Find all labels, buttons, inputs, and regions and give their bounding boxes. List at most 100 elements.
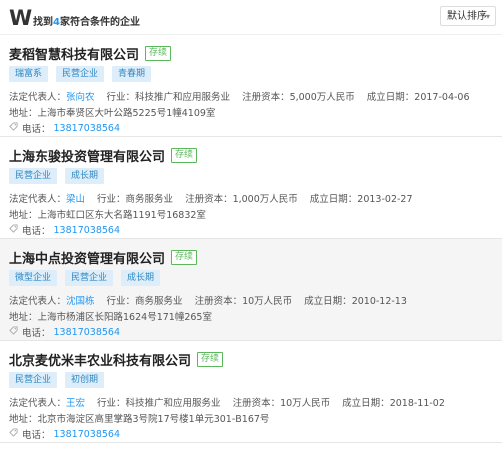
company-phone: 电话： 13817038564 — [9, 223, 120, 237]
company-tag[interactable]: 青春期 — [112, 66, 152, 82]
sort-label: 默认排序 — [447, 11, 487, 22]
company-address: 地址：北京市海淀区高里掌路3号院17号楼1单元301-B167号 — [9, 411, 269, 425]
phone-label: 电话： — [22, 430, 51, 441]
company-list: 麦稻智慧科技有限公司 存续 瑞富系 民营企业 青春期 法定代表人：张向农 行业：科技推… — [0, 35, 502, 443]
company-phone: 电话： 13817038564 — [9, 427, 120, 441]
phone-number[interactable]: 13817038564 — [54, 123, 121, 134]
company-card[interactable]: 麦稻智慧科技有限公司 存续 瑞富系 民营企业 青春期 法定代表人：张向农 行业：科技推… — [0, 35, 502, 137]
industry: 科技推广和应用服务业 — [125, 398, 221, 409]
status-badge: 存续 — [197, 352, 224, 367]
address-label: 地址： — [9, 414, 38, 425]
result-count: 4 — [53, 17, 60, 28]
phone-label: 电话： — [22, 226, 51, 237]
phone-label: 电话： — [22, 328, 51, 339]
rep-label: 法定代表人： — [9, 296, 67, 307]
industry-label: 行业： — [106, 296, 136, 307]
established-date: 2017-04-06 — [414, 92, 470, 103]
registered-capital: 10万人民币 — [242, 296, 293, 307]
tag-list: 微型企业 民营企业 成长期 — [9, 270, 168, 286]
company-tag[interactable]: 初创期 — [65, 372, 105, 388]
company-tag[interactable]: 成长期 — [65, 168, 105, 184]
name-row: 上海东骏投资管理有限公司 存续 — [9, 146, 198, 165]
result-count-text: 找到4家符合条件的企业 — [33, 13, 140, 28]
company-tag[interactable]: 瑞富系 — [9, 66, 49, 82]
industry: 商务服务业 — [125, 194, 174, 205]
capital-label: 注册资本： — [232, 398, 281, 409]
legal-representative[interactable]: 梁山 — [66, 194, 85, 205]
date-label: 成立日期： — [304, 296, 352, 307]
address-value: 上海市虹口区东大名路1191号16832室 — [37, 210, 206, 221]
date-label: 成立日期： — [309, 194, 358, 205]
industry-label: 行业： — [97, 194, 126, 205]
company-name[interactable]: 北京麦优米丰农业科技有限公司 — [9, 350, 191, 369]
company-card[interactable]: 上海中点投资管理有限公司 存续 微型企业 民营企业 成长期 法定代表人：沈国栋 行业：… — [0, 239, 502, 341]
rep-label: 法定代表人： — [9, 92, 67, 103]
company-info: 法定代表人：张向农 行业：科技推广和应用服务业 注册资本：5,000万人民币 成立日期… — [9, 89, 470, 103]
company-address: 地址：上海市奉贤区大叶公路5225号1幢4109室 — [9, 105, 215, 119]
date-label: 成立日期： — [366, 92, 415, 103]
sort-dropdown[interactable]: 默认排序 ▾ — [440, 6, 496, 26]
company-card[interactable]: 北京麦优米丰农业科技有限公司 存续 民营企业 初创期 法定代表人：王宏 行业：科技推… — [0, 341, 502, 443]
name-row: 麦稻智慧科技有限公司 存续 — [9, 44, 172, 63]
tag-list: 瑞富系 民营企业 青春期 — [9, 66, 159, 82]
company-info: 法定代表人：沈国栋 行业：商务服务业 注册资本：10万人民币 成立日期：2010-12… — [9, 293, 407, 307]
legal-representative[interactable]: 张向农 — [66, 92, 95, 103]
company-address: 地址：上海市杨浦区长阳路1624号171幢265室 — [9, 309, 212, 323]
established-date: 2013-02-27 — [357, 194, 413, 205]
industry-label: 行业： — [106, 92, 136, 103]
industry-label: 行业： — [97, 398, 126, 409]
address-value: 北京市海淀区高里掌路3号院17号楼1单元301-B167号 — [37, 414, 270, 425]
company-tag[interactable]: 民营企业 — [9, 168, 58, 184]
established-date: 2010-12-13 — [351, 296, 407, 307]
results-header: W 找到4家符合条件的企业 默认排序 ▾ — [0, 0, 502, 35]
tag-icon — [9, 122, 22, 134]
capital-label: 注册资本： — [242, 92, 290, 103]
legal-representative[interactable]: 沈国栋 — [66, 296, 95, 307]
tag-icon — [9, 428, 22, 440]
address-label: 地址： — [9, 108, 38, 119]
date-label: 成立日期： — [342, 398, 390, 409]
capital-label: 注册资本： — [185, 194, 233, 205]
company-name[interactable]: 麦稻智慧科技有限公司 — [9, 44, 139, 63]
company-name[interactable]: 上海东骏投资管理有限公司 — [9, 146, 165, 165]
company-info: 法定代表人：王宏 行业：科技推广和应用服务业 注册资本：10万人民币 成立日期：201… — [9, 395, 445, 409]
status-badge: 存续 — [145, 46, 172, 61]
tag-list: 民营企业 初创期 — [9, 372, 112, 388]
result-prefix: 找到 — [33, 17, 53, 28]
company-tag[interactable]: 成长期 — [121, 270, 161, 286]
chevron-down-icon: ▾ — [485, 12, 490, 21]
phone-number[interactable]: 13817038564 — [54, 429, 121, 440]
legal-representative[interactable]: 王宏 — [66, 398, 85, 409]
address-label: 地址： — [9, 312, 38, 323]
logo: W — [9, 6, 32, 30]
industry: 商务服务业 — [135, 296, 183, 307]
address-value: 上海市奉贤区大叶公路5225号1幢4109室 — [37, 108, 216, 119]
phone-number[interactable]: 13817038564 — [54, 225, 121, 236]
name-row: 北京麦优米丰农业科技有限公司 存续 — [9, 350, 224, 369]
result-suffix: 家符合条件的企业 — [59, 17, 140, 28]
registered-capital: 1,000万人民币 — [232, 194, 298, 205]
company-tag[interactable]: 民营企业 — [56, 66, 105, 82]
rep-label: 法定代表人： — [9, 194, 67, 205]
status-badge: 存续 — [171, 148, 198, 163]
address-label: 地址： — [9, 210, 38, 221]
company-tag[interactable]: 微型企业 — [9, 270, 58, 286]
phone-label: 电话： — [22, 124, 51, 135]
tag-icon — [9, 326, 22, 338]
status-badge: 存续 — [171, 250, 198, 265]
registered-capital: 10万人民币 — [280, 398, 331, 409]
company-tag[interactable]: 民营企业 — [9, 372, 58, 388]
company-tag[interactable]: 民营企业 — [65, 270, 114, 286]
company-card[interactable]: 上海东骏投资管理有限公司 存续 民营企业 成长期 法定代表人：梁山 行业：商务服务业… — [0, 137, 502, 239]
name-row: 上海中点投资管理有限公司 存续 — [9, 248, 198, 267]
capital-label: 注册资本： — [194, 296, 243, 307]
company-name[interactable]: 上海中点投资管理有限公司 — [9, 248, 165, 267]
tag-list: 民营企业 成长期 — [9, 168, 112, 184]
established-date: 2018-11-02 — [389, 398, 445, 409]
address-value: 上海市杨浦区长阳路1624号171幢265室 — [37, 312, 212, 323]
industry: 科技推广和应用服务业 — [135, 92, 231, 103]
tag-icon — [9, 224, 22, 236]
company-phone: 电话： 13817038564 — [9, 325, 120, 339]
company-address: 地址：上海市虹口区东大名路1191号16832室 — [9, 207, 206, 221]
phone-number[interactable]: 13817038564 — [54, 327, 121, 338]
